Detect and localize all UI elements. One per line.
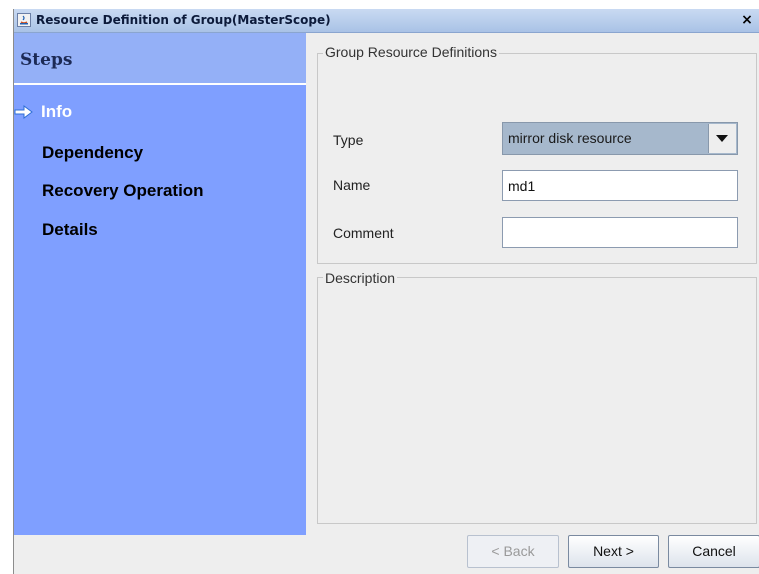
close-button[interactable]: × (739, 12, 755, 28)
name-input[interactable] (502, 170, 738, 201)
comment-input[interactable] (502, 217, 738, 248)
description-panel (317, 277, 757, 524)
step-info[interactable]: Info (41, 102, 72, 122)
type-label: Type (333, 132, 364, 148)
definitions-legend: Group Resource Definitions (323, 44, 499, 60)
back-button[interactable]: < Back (467, 535, 559, 568)
name-label: Name (333, 177, 371, 193)
step-recovery-operation[interactable]: Recovery Operation (42, 181, 204, 201)
title-bar[interactable]: Resource Definition of Group(MasterScope… (14, 9, 759, 33)
cancel-button[interactable]: Cancel (668, 535, 759, 568)
steps-header: Steps (14, 33, 306, 83)
triangle-down-icon (716, 135, 728, 142)
arrow-right-icon (14, 105, 33, 119)
window-title: Resource Definition of Group(MasterScope… (36, 13, 331, 27)
step-details[interactable]: Details (42, 220, 98, 240)
description-legend: Description (323, 270, 398, 286)
comment-label: Comment (333, 225, 394, 241)
java-app-icon (17, 13, 31, 27)
step-dependency[interactable]: Dependency (42, 143, 143, 163)
combo-dropdown-button[interactable] (708, 124, 736, 153)
steps-sidebar: Steps Info Dependency Recovery Operation… (14, 33, 306, 535)
type-selected-value: mirror disk resource (508, 130, 632, 146)
next-button[interactable]: Next > (568, 535, 659, 568)
steps-divider (14, 83, 306, 85)
dialog-window: Resource Definition of Group(MasterScope… (13, 9, 759, 574)
steps-title: Steps (20, 50, 73, 70)
type-combobox[interactable]: mirror disk resource (502, 122, 738, 155)
